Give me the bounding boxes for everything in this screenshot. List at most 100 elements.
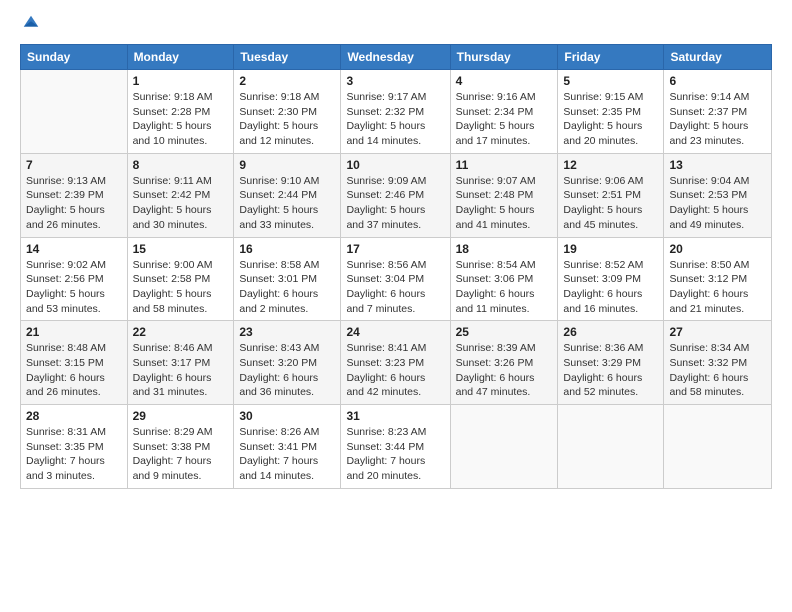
- day-info: Sunrise: 9:11 AMSunset: 2:42 PMDaylight:…: [133, 174, 229, 233]
- calendar-cell: 24 Sunrise: 8:41 AMSunset: 3:23 PMDayligh…: [341, 321, 450, 405]
- calendar-week-4: 28Sunrise: 8:31 AMSunset: 3:35 PMDayligh…: [21, 405, 772, 489]
- calendar-cell: 4 Sunrise: 9:16 AMSunset: 2:34 PMDaylight…: [450, 70, 558, 154]
- calendar-cell: 1 Sunrise: 9:18 AMSunset: 2:28 PMDaylight…: [127, 70, 234, 154]
- calendar-cell: [664, 405, 772, 489]
- day-info: Sunrise: 9:15 AMSunset: 2:35 PMDaylight:…: [563, 90, 658, 149]
- day-number: 2: [239, 74, 335, 88]
- day-info: Sunrise: 8:54 AMSunset: 3:06 PMDaylight:…: [456, 258, 553, 317]
- day-info: Sunrise: 9:06 AMSunset: 2:51 PMDaylight:…: [563, 174, 658, 233]
- day-info: Sunrise: 9:18 AMSunset: 2:28 PMDaylight:…: [133, 90, 229, 149]
- day-info: Sunrise: 9:13 AMSunset: 2:39 PMDaylight:…: [26, 174, 122, 233]
- day-number: 25: [456, 325, 553, 339]
- day-info: Sunrise: 8:58 AMSunset: 3:01 PMDaylight:…: [239, 258, 335, 317]
- calendar-week-3: 21 Sunrise: 8:48 AMSunset: 3:15 PMDayligh…: [21, 321, 772, 405]
- calendar-cell: [21, 70, 128, 154]
- day-info: Sunrise: 8:26 AMSunset: 3:41 PMDaylight:…: [239, 425, 335, 484]
- header: [20, 16, 772, 34]
- day-info: Sunrise: 8:50 AMSunset: 3:12 PMDaylight:…: [669, 258, 766, 317]
- day-number: 4: [456, 74, 553, 88]
- day-number: 7: [26, 158, 122, 172]
- calendar-cell: 31 Sunrise: 8:23 AMSunset: 3:44 PMDayligh…: [341, 405, 450, 489]
- day-info: Sunrise: 9:02 AMSunset: 2:56 PMDaylight:…: [26, 258, 122, 317]
- day-number: 17: [346, 242, 444, 256]
- calendar-cell: 3Sunrise: 9:17 AMSunset: 2:32 PMDaylight…: [341, 70, 450, 154]
- calendar-cell: 2 Sunrise: 9:18 AMSunset: 2:30 PMDaylight…: [234, 70, 341, 154]
- calendar-cell: 29 Sunrise: 8:29 AMSunset: 3:38 PMDayligh…: [127, 405, 234, 489]
- calendar-cell: 12 Sunrise: 9:06 AMSunset: 2:51 PMDayligh…: [558, 153, 664, 237]
- day-number: 11: [456, 158, 553, 172]
- calendar-header-row: SundayMondayTuesdayWednesdayThursdayFrid…: [21, 45, 772, 70]
- day-info: Sunrise: 8:43 AMSunset: 3:20 PMDaylight:…: [239, 341, 335, 400]
- col-header-monday: Monday: [127, 45, 234, 70]
- day-number: 10: [346, 158, 444, 172]
- day-number: 29: [133, 409, 229, 423]
- calendar-cell: 23Sunrise: 8:43 AMSunset: 3:20 PMDayligh…: [234, 321, 341, 405]
- day-info: Sunrise: 9:04 AMSunset: 2:53 PMDaylight:…: [669, 174, 766, 233]
- day-number: 26: [563, 325, 658, 339]
- calendar-cell: 30 Sunrise: 8:26 AMSunset: 3:41 PMDayligh…: [234, 405, 341, 489]
- calendar-cell: 10 Sunrise: 9:09 AMSunset: 2:46 PMDayligh…: [341, 153, 450, 237]
- day-number: 15: [133, 242, 229, 256]
- day-info: Sunrise: 9:18 AMSunset: 2:30 PMDaylight:…: [239, 90, 335, 149]
- col-header-saturday: Saturday: [664, 45, 772, 70]
- day-number: 28: [26, 409, 122, 423]
- col-header-friday: Friday: [558, 45, 664, 70]
- day-info: Sunrise: 8:39 AMSunset: 3:26 PMDaylight:…: [456, 341, 553, 400]
- calendar-cell: 18 Sunrise: 8:54 AMSunset: 3:06 PMDayligh…: [450, 237, 558, 321]
- day-info: Sunrise: 8:46 AMSunset: 3:17 PMDaylight:…: [133, 341, 229, 400]
- day-number: 1: [133, 74, 229, 88]
- logo-icon: [22, 14, 40, 32]
- calendar-cell: 16 Sunrise: 8:58 AMSunset: 3:01 PMDayligh…: [234, 237, 341, 321]
- day-number: 20: [669, 242, 766, 256]
- day-number: 22: [133, 325, 229, 339]
- day-info: Sunrise: 8:56 AMSunset: 3:04 PMDaylight:…: [346, 258, 444, 317]
- day-number: 13: [669, 158, 766, 172]
- calendar-cell: 28Sunrise: 8:31 AMSunset: 3:35 PMDayligh…: [21, 405, 128, 489]
- day-info: Sunrise: 9:16 AMSunset: 2:34 PMDaylight:…: [456, 90, 553, 149]
- day-info: Sunrise: 8:41 AMSunset: 3:23 PMDaylight:…: [346, 341, 444, 400]
- day-number: 18: [456, 242, 553, 256]
- calendar-week-1: 7 Sunrise: 9:13 AMSunset: 2:39 PMDaylight…: [21, 153, 772, 237]
- day-info: Sunrise: 8:52 AMSunset: 3:09 PMDaylight:…: [563, 258, 658, 317]
- calendar-cell: 25 Sunrise: 8:39 AMSunset: 3:26 PMDayligh…: [450, 321, 558, 405]
- day-number: 30: [239, 409, 335, 423]
- calendar-cell: [558, 405, 664, 489]
- day-number: 16: [239, 242, 335, 256]
- calendar-cell: 20 Sunrise: 8:50 AMSunset: 3:12 PMDayligh…: [664, 237, 772, 321]
- day-number: 24: [346, 325, 444, 339]
- day-info: Sunrise: 9:09 AMSunset: 2:46 PMDaylight:…: [346, 174, 444, 233]
- calendar-cell: 22 Sunrise: 8:46 AMSunset: 3:17 PMDayligh…: [127, 321, 234, 405]
- calendar-week-2: 14 Sunrise: 9:02 AMSunset: 2:56 PMDayligh…: [21, 237, 772, 321]
- day-info: Sunrise: 8:29 AMSunset: 3:38 PMDaylight:…: [133, 425, 229, 484]
- calendar-cell: 6 Sunrise: 9:14 AMSunset: 2:37 PMDaylight…: [664, 70, 772, 154]
- logo: [20, 16, 40, 34]
- day-info: Sunrise: 9:14 AMSunset: 2:37 PMDaylight:…: [669, 90, 766, 149]
- day-number: 31: [346, 409, 444, 423]
- calendar-cell: 19Sunrise: 8:52 AMSunset: 3:09 PMDayligh…: [558, 237, 664, 321]
- day-info: Sunrise: 8:36 AMSunset: 3:29 PMDaylight:…: [563, 341, 658, 400]
- day-number: 21: [26, 325, 122, 339]
- calendar-cell: 15 Sunrise: 9:00 AMSunset: 2:58 PMDayligh…: [127, 237, 234, 321]
- day-info: Sunrise: 9:07 AMSunset: 2:48 PMDaylight:…: [456, 174, 553, 233]
- day-number: 8: [133, 158, 229, 172]
- day-number: 12: [563, 158, 658, 172]
- day-number: 6: [669, 74, 766, 88]
- calendar-cell: 14 Sunrise: 9:02 AMSunset: 2:56 PMDayligh…: [21, 237, 128, 321]
- day-info: Sunrise: 8:23 AMSunset: 3:44 PMDaylight:…: [346, 425, 444, 484]
- day-info: Sunrise: 8:34 AMSunset: 3:32 PMDaylight:…: [669, 341, 766, 400]
- calendar-cell: 11 Sunrise: 9:07 AMSunset: 2:48 PMDayligh…: [450, 153, 558, 237]
- calendar-cell: 27Sunrise: 8:34 AMSunset: 3:32 PMDayligh…: [664, 321, 772, 405]
- calendar-cell: 13 Sunrise: 9:04 AMSunset: 2:53 PMDayligh…: [664, 153, 772, 237]
- day-number: 14: [26, 242, 122, 256]
- col-header-sunday: Sunday: [21, 45, 128, 70]
- calendar-cell: 17 Sunrise: 8:56 AMSunset: 3:04 PMDayligh…: [341, 237, 450, 321]
- calendar-cell: 5 Sunrise: 9:15 AMSunset: 2:35 PMDaylight…: [558, 70, 664, 154]
- day-number: 5: [563, 74, 658, 88]
- col-header-tuesday: Tuesday: [234, 45, 341, 70]
- calendar-table: SundayMondayTuesdayWednesdayThursdayFrid…: [20, 44, 772, 489]
- day-info: Sunrise: 9:00 AMSunset: 2:58 PMDaylight:…: [133, 258, 229, 317]
- calendar-cell: 9Sunrise: 9:10 AMSunset: 2:44 PMDaylight…: [234, 153, 341, 237]
- day-info: Sunrise: 8:48 AMSunset: 3:15 PMDaylight:…: [26, 341, 122, 400]
- col-header-thursday: Thursday: [450, 45, 558, 70]
- calendar-cell: 26 Sunrise: 8:36 AMSunset: 3:29 PMDayligh…: [558, 321, 664, 405]
